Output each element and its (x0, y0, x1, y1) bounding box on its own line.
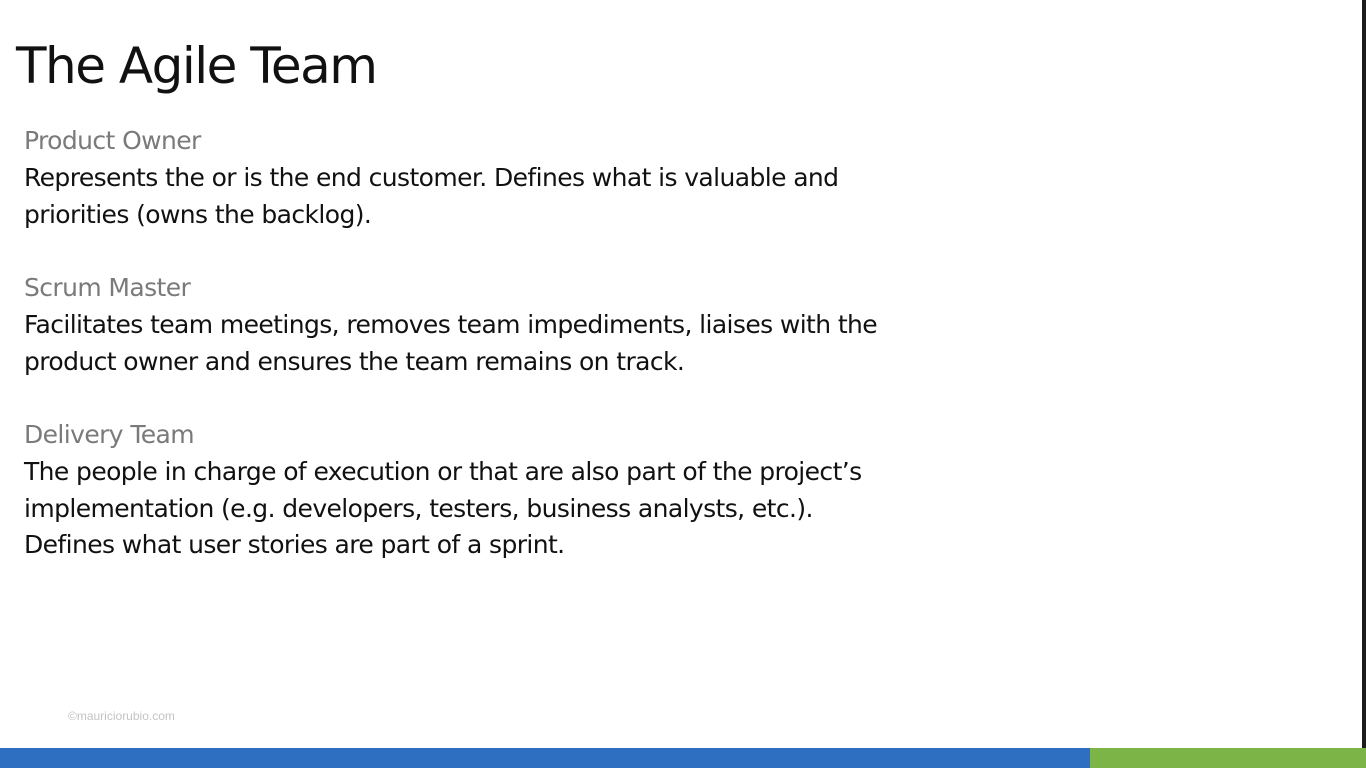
section-heading: Delivery Team (24, 420, 195, 449)
bottom-bar-green (1090, 748, 1366, 768)
section-heading: Scrum Master (24, 273, 191, 302)
slide-title: The Agile Team (16, 37, 378, 95)
bottom-color-bar (0, 748, 1366, 768)
section-body: The people in charge of execution or tha… (24, 454, 984, 564)
section-body: Facilitates team meetings, removes team … (24, 307, 984, 380)
body-line: Represents the or is the end customer. D… (24, 163, 839, 192)
section-delivery-team: Delivery Team The people in charge of ex… (24, 416, 984, 564)
body-line: priorities (owns the backlog). (24, 199, 372, 229)
slide-content: Product Owner Represents the or is the e… (24, 122, 984, 600)
body-line: Facilitates team meetings, removes team … (24, 310, 878, 339)
slide: The Agile Team Product Owner Represents … (0, 0, 1366, 768)
section-scrum-master: Scrum Master Facilitates team meetings, … (24, 269, 984, 380)
bottom-bar-blue (0, 748, 1090, 768)
section-body: Represents the or is the end customer. D… (24, 160, 984, 233)
body-line: product owner and ensures the team remai… (24, 346, 685, 376)
body-line: The people in charge of execution or tha… (24, 457, 862, 486)
section-heading: Product Owner (24, 126, 201, 155)
video-frame-edge (1362, 0, 1366, 748)
section-product-owner: Product Owner Represents the or is the e… (24, 122, 984, 233)
body-line: implementation (e.g. developers, testers… (24, 493, 813, 523)
body-line: Defines what user stories are part of a … (24, 530, 565, 559)
copyright-watermark: ©mauriciorubio.com (68, 709, 175, 723)
